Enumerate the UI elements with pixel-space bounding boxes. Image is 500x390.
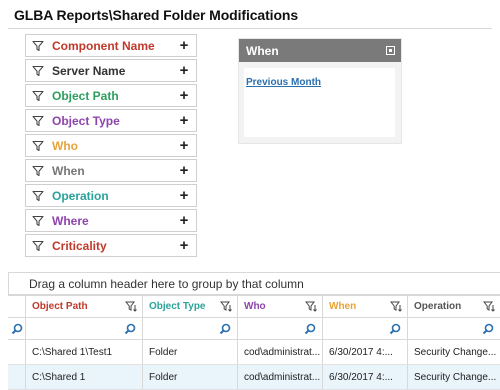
funnel-icon	[32, 90, 44, 101]
cell-when: 6/30/2017 4:...	[323, 365, 408, 389]
group-by-area[interactable]: Drag a column header here to group by th…	[8, 272, 500, 295]
column-label: Operation	[414, 301, 462, 312]
filter-label: Object Path	[52, 88, 119, 103]
plus-icon[interactable]: +	[178, 138, 190, 153]
header-row: Object Path Object Type Who When Operati…	[8, 295, 500, 318]
filter-criticality[interactable]: Criticality +	[25, 234, 197, 257]
plus-icon[interactable]: +	[178, 63, 190, 78]
filter-where[interactable]: Where +	[25, 209, 197, 232]
search-icon[interactable]	[124, 323, 136, 335]
plus-icon[interactable]: +	[178, 113, 190, 128]
funnel-icon	[32, 40, 44, 51]
funnel-icon[interactable]	[220, 301, 233, 312]
search-row	[8, 318, 500, 340]
column-label: Object Type	[149, 301, 206, 312]
search-icon[interactable]	[389, 323, 401, 335]
funnel-icon[interactable]	[483, 301, 496, 312]
filter-object-path[interactable]: Object Path +	[25, 84, 197, 107]
funnel-icon	[32, 115, 44, 126]
cell-object-type: Folder	[143, 340, 238, 364]
cell-who: cod\administrat...	[238, 340, 323, 364]
filter-who[interactable]: Who +	[25, 134, 197, 157]
filter-label: Criticality	[52, 238, 107, 253]
table-row[interactable]: C:\Shared 1\Test1 Folder cod\administrat…	[8, 340, 500, 365]
funnel-icon	[32, 140, 44, 151]
filter-server-name[interactable]: Server Name +	[25, 59, 197, 82]
search-cell-who[interactable]	[238, 318, 323, 339]
header-spacer	[8, 296, 26, 317]
filter-operation[interactable]: Operation +	[25, 184, 197, 207]
cell-when: 6/30/2017 4:...	[323, 340, 408, 364]
column-label: When	[329, 301, 357, 312]
when-panel-body: Previous Month	[244, 68, 395, 137]
when-panel-title: When	[246, 43, 279, 58]
column-header-object-type[interactable]: Object Type	[143, 296, 238, 317]
plus-icon[interactable]: +	[178, 238, 190, 253]
results-grid: Drag a column header here to group by th…	[8, 272, 500, 390]
filter-label: Server Name	[52, 63, 126, 78]
cell-operation: Security Change...	[414, 371, 497, 383]
plus-icon[interactable]: +	[178, 163, 190, 178]
filter-list: Component Name + Server Name + Object Pa…	[25, 34, 197, 259]
row-spacer	[8, 365, 26, 389]
funnel-icon	[32, 65, 44, 76]
funnel-icon	[32, 215, 44, 226]
filter-label: When	[52, 163, 85, 178]
search-icon	[11, 323, 22, 334]
cell-object-path: C:\Shared 1\Test1	[26, 340, 143, 364]
title-divider	[8, 28, 492, 29]
search-cell-object-type[interactable]	[143, 318, 238, 339]
funnel-icon[interactable]	[125, 301, 138, 312]
column-header-who[interactable]: Who	[238, 296, 323, 317]
funnel-icon	[32, 240, 44, 251]
filter-label: Who	[52, 138, 78, 153]
search-icon[interactable]	[482, 323, 494, 335]
previous-month-link[interactable]: Previous Month	[246, 77, 321, 88]
column-header-when[interactable]: When	[323, 296, 408, 317]
cell-who: cod\administrat...	[238, 365, 323, 389]
minimize-icon[interactable]	[386, 46, 395, 55]
search-row-icon-cell	[8, 318, 26, 339]
column-header-object-path[interactable]: Object Path	[26, 296, 143, 317]
filter-label: Component Name	[52, 38, 155, 53]
filter-object-type[interactable]: Object Type +	[25, 109, 197, 132]
plus-icon[interactable]: +	[178, 88, 190, 103]
page-title: GLBA Reports\Shared Folder Modifications	[14, 7, 299, 23]
cell-object-path: C:\Shared 1	[26, 365, 143, 389]
funnel-icon	[32, 165, 44, 176]
search-cell-operation[interactable]	[408, 318, 500, 339]
filter-label: Operation	[52, 188, 109, 203]
column-label: Who	[244, 301, 266, 312]
cell-object-type: Folder	[143, 365, 238, 389]
results-table: Object Path Object Type Who When Operati…	[8, 295, 500, 390]
filter-component-name[interactable]: Component Name +	[25, 34, 197, 57]
table-row[interactable]: C:\Shared 1 Folder cod\administrat... 6/…	[8, 365, 500, 390]
funnel-icon	[32, 190, 44, 201]
row-spacer	[8, 340, 26, 364]
filter-when[interactable]: When +	[25, 159, 197, 182]
plus-icon[interactable]: +	[178, 38, 190, 53]
funnel-icon[interactable]	[390, 301, 403, 312]
plus-icon[interactable]: +	[178, 213, 190, 228]
filter-label: Object Type	[52, 113, 120, 128]
filter-label: Where	[52, 213, 89, 228]
when-panel-header: When	[239, 39, 401, 62]
funnel-icon[interactable]	[305, 301, 318, 312]
column-label: Object Path	[32, 301, 88, 312]
search-icon[interactable]	[219, 323, 231, 335]
search-cell-when[interactable]	[323, 318, 408, 339]
when-filter-panel: When Previous Month	[238, 38, 402, 144]
plus-icon[interactable]: +	[178, 188, 190, 203]
search-icon[interactable]	[304, 323, 316, 335]
cell-operation: Security Change...	[414, 346, 497, 358]
column-header-operation[interactable]: Operation	[408, 296, 500, 317]
search-cell-object-path[interactable]	[26, 318, 143, 339]
